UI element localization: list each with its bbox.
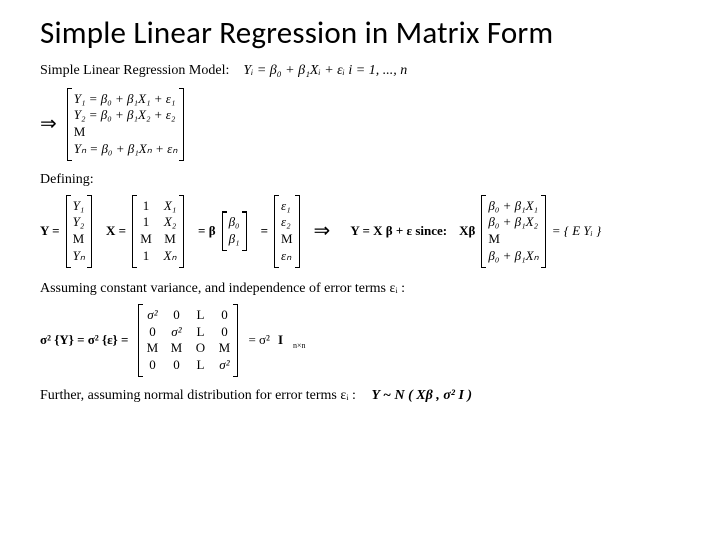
slide: Simple Linear Regression in Matrix Form … — [0, 0, 720, 540]
definitions-row: Y = Y₁ Y₂ M Yₙ X = 1X₁ 1X₂ MM 1Xₙ — [40, 195, 700, 269]
Xbeta-label: Xβ — [459, 223, 475, 239]
s-r1c4: 0 — [217, 307, 231, 324]
Xbeta-tail: = { E Yᵢ } — [552, 223, 601, 239]
X-label: X = — [106, 223, 126, 239]
Xb-r4: β₀ + β₁Xₙ — [488, 248, 538, 265]
Xbeta-vector: β₀ + β₁X₁ β₀ + β₁X₂ M β₀ + β₁Xₙ — [481, 195, 545, 269]
eps-vector: ε₁ ε₂ M εₙ — [274, 195, 300, 269]
sigma-rhs-pre: = σ² — [248, 332, 270, 348]
eps-r4: εₙ — [281, 248, 291, 265]
sigma-rhs-sub: n×n — [293, 341, 306, 351]
eps-def: = ε₁ ε₂ M εₙ — [261, 195, 302, 269]
matrix-eq: Y = X β + ε since: — [350, 223, 447, 239]
s-r4c1: 0 — [145, 357, 159, 374]
s-r3c1: M — [145, 340, 159, 357]
s-r2c2: σ² — [169, 324, 183, 341]
Xb-r1: β₀ + β₁X₁ — [488, 198, 538, 215]
X-def: X = 1 X₁ 1 X₂ MM 1 Xₙ — [106, 195, 186, 269]
further-line: Further, assuming normal distribution fo… — [40, 387, 700, 405]
sigma-matrix: σ²0L0 0σ²L0 MMOM 00Lσ² — [138, 304, 238, 378]
system-row: ⇒ Y₁ = β₀ + β₁X₁ + ε₁ Y₂ = β₀ + β₁X₂ + ε… — [40, 88, 700, 162]
Y-vector: Y₁ Y₂ M Yₙ — [66, 195, 92, 269]
s-r1c3: L — [193, 307, 207, 324]
model-equation: Yᵢ = β₀ + β₁Xᵢ + εᵢ i = 1, ..., n — [243, 63, 407, 78]
s-r3c4: M — [217, 340, 231, 357]
implies-arrow-1: ⇒ — [40, 112, 57, 137]
X-r2c2: X₂ — [163, 214, 177, 231]
slide-body: Simple Linear Regression Model: Yᵢ = β₀ … — [40, 62, 700, 405]
Xb-r3: M — [488, 231, 500, 248]
eps-r3: M — [281, 231, 293, 248]
X-r3c2: M — [163, 231, 177, 248]
s-r3c3: O — [193, 340, 207, 357]
s-r4c4: σ² — [217, 357, 231, 374]
s-r3c2: M — [169, 340, 183, 357]
eps-r1: ε₁ — [281, 198, 291, 215]
Y-label: Y = — [40, 223, 60, 239]
model-label: Simple Linear Regression Model: — [40, 63, 229, 78]
Y-r1: Y₁ — [73, 198, 85, 215]
beta-r2: β₁ — [229, 231, 240, 248]
implies-arrow-2: ⇒ — [314, 219, 331, 244]
Xb-r2: β₀ + β₁X₂ — [488, 214, 538, 231]
sys-r2: Y₂ = β₀ + β₁X₂ + ε₂ — [74, 107, 176, 124]
sigma-label: σ² {Y} = σ² {ε} = — [40, 332, 128, 348]
Y-r2: Y₂ — [73, 214, 85, 231]
Y-r4: Yₙ — [73, 248, 85, 265]
s-r2c4: 0 — [217, 324, 231, 341]
eps-r2: ε₂ — [281, 214, 291, 231]
X-r2c1: 1 — [139, 214, 153, 231]
s-r1c2: 0 — [169, 307, 183, 324]
X-r1c2: X₁ — [163, 198, 177, 215]
sigma-row: σ² {Y} = σ² {ε} = σ²0L0 0σ²L0 MMOM 00Lσ²… — [40, 304, 700, 378]
X-r4c2: Xₙ — [163, 248, 177, 265]
beta-label: = β — [198, 223, 216, 239]
X-r3c1: M — [139, 231, 153, 248]
sys-r1: Y₁ = β₀ + β₁X₁ + ε₁ — [74, 91, 176, 108]
slide-title: Simple Linear Regression in Matrix Form — [40, 14, 700, 52]
X-r4c1: 1 — [139, 248, 153, 265]
X-r1c1: 1 — [139, 198, 153, 215]
s-r4c3: L — [193, 357, 207, 374]
sigma-rhs-I: I — [278, 332, 283, 348]
Y-r3: M — [73, 231, 85, 248]
s-r4c2: 0 — [169, 357, 183, 374]
s-r1c1: σ² — [145, 307, 159, 324]
beta-def: = β β₀ β₁ — [198, 211, 249, 251]
model-line: Simple Linear Regression Model: Yᵢ = β₀ … — [40, 62, 700, 80]
beta-r1: β₀ — [229, 214, 240, 231]
sys-r4: Yₙ = β₀ + β₁Xₙ + εₙ — [74, 141, 178, 158]
defining-label: Defining: — [40, 171, 700, 189]
X-matrix: 1 X₁ 1 X₂ MM 1 Xₙ — [132, 195, 184, 269]
s-r2c1: 0 — [145, 324, 159, 341]
assume-variance-text: Assuming constant variance, and independ… — [40, 280, 700, 298]
eps-label: = — [261, 223, 268, 239]
further-text: Further, assuming normal distribution fo… — [40, 387, 356, 405]
sys-r3: M — [74, 124, 86, 141]
Xbeta-def: Xβ β₀ + β₁X₁ β₀ + β₁X₂ M β₀ + β₁Xₙ = { E… — [459, 195, 601, 269]
s-r2c3: L — [193, 324, 207, 341]
distribution: Y ~ N ( Xβ , σ² I ) — [371, 387, 472, 405]
beta-vector: β₀ β₁ — [222, 211, 247, 251]
system-bracket: Y₁ = β₀ + β₁X₁ + ε₁ Y₂ = β₀ + β₁X₂ + ε₂ … — [67, 88, 185, 162]
Y-def: Y = Y₁ Y₂ M Yₙ — [40, 195, 94, 269]
